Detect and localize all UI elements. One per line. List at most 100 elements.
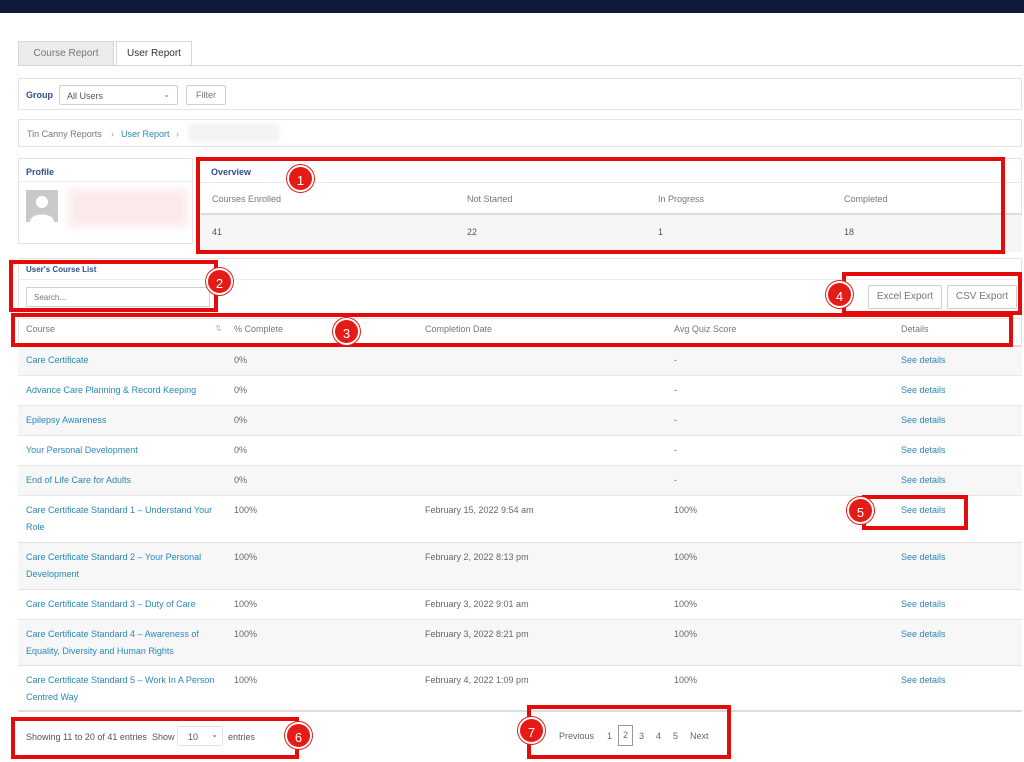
pagination-next[interactable]: Next (690, 731, 709, 741)
see-details-link[interactable]: See details (901, 472, 946, 489)
annotation-badge-2: 2 (206, 268, 233, 295)
avg-quiz-score: - (674, 445, 677, 455)
overview-values-row: 41 22 1 18 (201, 215, 1022, 252)
tab-user-report[interactable]: User Report (116, 41, 192, 66)
course-link[interactable]: End of Life Care for Adults (26, 472, 216, 489)
see-details-link[interactable]: See details (901, 442, 946, 459)
pagination-previous[interactable]: Previous (559, 731, 594, 741)
see-details-link[interactable]: See details (901, 382, 946, 399)
breadcrumb-separator: › (111, 129, 114, 139)
annotation-badge-1: 1 (287, 165, 314, 192)
user-silhouette-icon (30, 196, 54, 222)
avg-quiz-score: 100% (674, 629, 698, 639)
group-select-value: All Users (67, 91, 104, 101)
avg-quiz-score: - (674, 475, 677, 485)
annotation-badge-7: 7 (518, 717, 545, 744)
course-search-input[interactable] (26, 287, 210, 307)
table-header-row (18, 318, 1022, 347)
courses-enrolled-header: Courses Enrolled (212, 194, 282, 204)
pct-complete: 100% (234, 675, 258, 685)
pagination-page-5[interactable]: 5 (673, 731, 678, 741)
not-started-header: Not Started (467, 194, 513, 204)
blurred-profile-details (69, 189, 187, 227)
table-row: Care Certificate Standard 5 – Work In A … (18, 666, 1022, 712)
course-link[interactable]: Care Certificate (26, 352, 216, 369)
chevron-down-icon: ⌄ (211, 730, 218, 739)
sort-icon[interactable]: ⇅ (215, 324, 222, 333)
avg-quiz-score: 100% (674, 599, 698, 609)
see-details-link[interactable]: See details (901, 352, 946, 369)
breadcrumb-separator: › (176, 129, 179, 139)
group-select[interactable]: All Users ⌄ (59, 85, 178, 105)
completion-date: February 2, 2022 8:13 pm (425, 552, 529, 562)
table-row: Your Personal Development 0% - See detai… (18, 436, 1022, 466)
profile-divider (19, 181, 192, 182)
pct-complete: 100% (234, 599, 258, 609)
pagination-page-1[interactable]: 1 (607, 731, 612, 741)
avg-quiz-score: 100% (674, 505, 698, 515)
entries-info: Showing 11 to 20 of 41 entries (26, 732, 147, 742)
courses-enrolled-value: 41 (212, 227, 223, 237)
course-link[interactable]: Care Certificate Standard 2 – Your Perso… (26, 549, 216, 583)
annotation-badge-3: 3 (333, 318, 360, 345)
course-list-divider (19, 279, 1021, 280)
page-size-select[interactable]: 10 ⌄ (177, 726, 223, 746)
pagination-page-3[interactable]: 3 (639, 731, 644, 741)
see-details-link[interactable]: See details (901, 672, 946, 689)
course-link[interactable]: Care Certificate Standard 4 – Awareness … (26, 626, 216, 660)
course-column-header[interactable]: Course (26, 324, 55, 334)
pct-complete: 0% (234, 355, 248, 365)
profile-panel: Profile (18, 158, 193, 244)
completion-date: February 15, 2022 9:54 am (425, 505, 534, 515)
course-link[interactable]: Care Certificate Standard 5 – Work In A … (26, 672, 216, 706)
avg-quiz-score: - (674, 385, 677, 395)
course-link[interactable]: Epilepsy Awareness (26, 412, 216, 429)
page-size-value: 10 (188, 732, 199, 742)
breadcrumb: Tin Canny Reports › User Report › (18, 119, 1022, 147)
table-row: Epilepsy Awareness 0% - See details (18, 406, 1022, 436)
pct-complete: 100% (234, 505, 258, 515)
completion-date: February 3, 2022 8:21 pm (425, 629, 529, 639)
filter-button[interactable]: Filter (186, 85, 226, 105)
completion-date-column-header[interactable]: Completion Date (425, 324, 492, 334)
excel-export-button[interactable]: Excel Export (868, 285, 942, 309)
pct-complete: 100% (234, 629, 258, 639)
see-details-link[interactable]: See details (901, 596, 946, 613)
pagination-page-2-current[interactable]: 2 (618, 725, 633, 746)
csv-export-button[interactable]: CSV Export (947, 285, 1017, 309)
table-row: Advance Care Planning & Record Keeping 0… (18, 376, 1022, 406)
pct-complete: 0% (234, 415, 248, 425)
chevron-down-icon: ⌄ (163, 90, 170, 99)
course-link[interactable]: Care Certificate Standard 3 – Duty of Ca… (26, 596, 226, 613)
pct-complete: 0% (234, 445, 248, 455)
completion-date: February 3, 2022 9:01 am (425, 599, 529, 609)
not-started-value: 22 (467, 227, 478, 237)
course-link[interactable]: Care Certificate Standard 1 – Understand… (26, 502, 216, 536)
pct-complete: 100% (234, 552, 258, 562)
see-details-link[interactable]: See details (901, 412, 946, 429)
in-progress-value: 1 (658, 227, 664, 237)
tab-course-report[interactable]: Course Report (18, 41, 114, 66)
breadcrumb-root[interactable]: Tin Canny Reports (27, 129, 102, 139)
show-label: Show (152, 732, 175, 742)
see-details-link[interactable]: See details (901, 502, 946, 519)
pct-complete: 0% (234, 385, 248, 395)
annotation-badge-4: 4 (826, 281, 853, 308)
table-row: Care Certificate 0% - See details (18, 347, 1022, 376)
course-link[interactable]: Your Personal Development (26, 442, 216, 459)
overview-divider (201, 182, 1022, 183)
overview-panel: Overview Courses Enrolled Not Started In… (201, 158, 1022, 252)
see-details-link[interactable]: See details (901, 626, 946, 643)
breadcrumb-user-report[interactable]: User Report (121, 129, 170, 139)
group-label: Group (26, 90, 53, 100)
table-row: Care Certificate Standard 4 – Awareness … (18, 620, 1022, 666)
avg-quiz-score-column-header[interactable]: Avg Quiz Score (674, 324, 736, 334)
pagination-page-4[interactable]: 4 (656, 731, 661, 741)
course-list-title: User's Course List (26, 265, 97, 274)
completed-header: Completed (844, 194, 888, 204)
table-row: Care Certificate Standard 3 – Duty of Ca… (18, 590, 1022, 620)
see-details-link[interactable]: See details (901, 549, 946, 566)
details-column-header[interactable]: Details (901, 324, 929, 334)
course-link[interactable]: Advance Care Planning & Record Keeping (26, 382, 226, 399)
pct-complete-column-header[interactable]: % Complete (234, 324, 283, 334)
